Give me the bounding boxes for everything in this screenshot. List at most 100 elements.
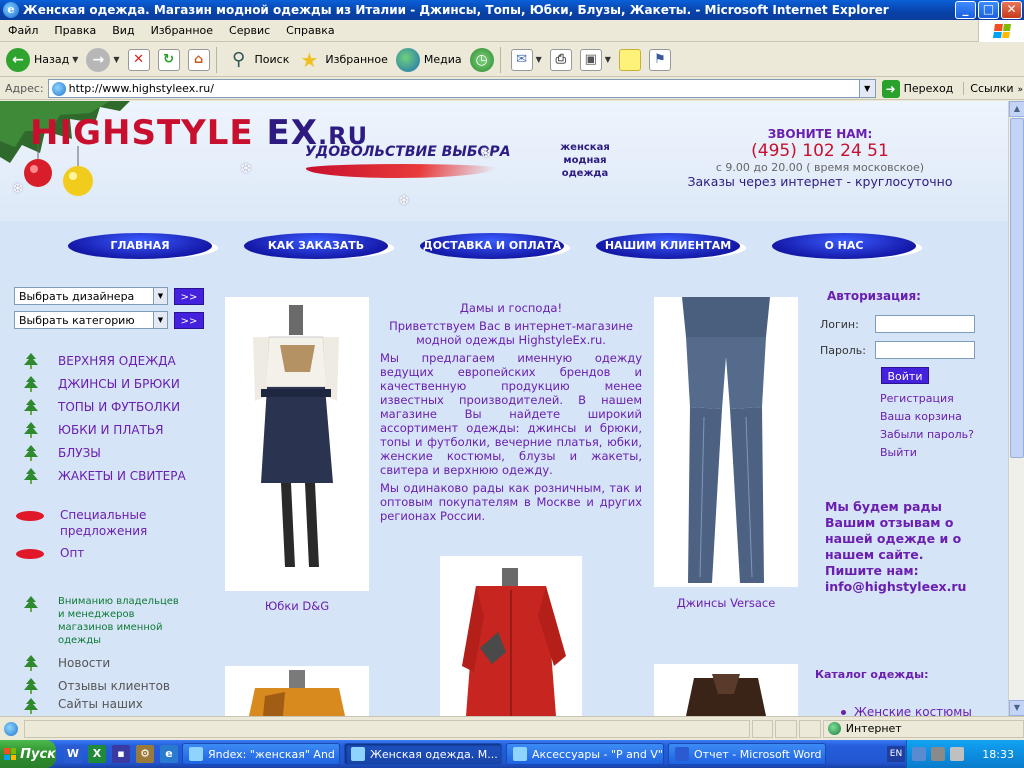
menu-edit[interactable]: Правка (46, 24, 104, 37)
designer-select[interactable]: Выбрать дизайнера ▼ (14, 287, 168, 305)
category-link-tops[interactable]: ТОПЫ И ФУТБОЛКИ (14, 395, 214, 418)
notice-link[interactable]: Вниманию владельцев и менеджеров магазин… (14, 595, 214, 647)
home-icon: ⌂ (187, 48, 210, 71)
left-sidebar: Выбрать дизайнера ▼ >> Выбрать категорию ▼… (14, 287, 214, 716)
category-select[interactable]: Выбрать категорию ▼ (14, 311, 168, 329)
windows-logo-icon (978, 20, 1024, 42)
start-button[interactable]: Пуск (0, 740, 56, 768)
welcome-text: Приветствуем Вас в интернет-магазине мод… (389, 319, 633, 347)
notice-label: Вниманию владельцев и менеджеров магазин… (58, 596, 179, 646)
nav-clients[interactable]: НАШИМ КЛИЕНТАМ (596, 233, 740, 259)
jeans-product-image[interactable] (654, 297, 798, 587)
task-label: Женская одежда. М... (370, 747, 498, 761)
research-button[interactable]: ⚑ (647, 45, 673, 75)
dropdown-icon: ▼ (72, 55, 79, 64)
category-link-outerwear[interactable]: ВЕРХНЯЯ ОДЕЖДА (14, 349, 214, 372)
menu-file[interactable]: Файл (0, 24, 46, 37)
scroll-down-icon[interactable]: ▼ (1009, 700, 1024, 716)
orders-note: Заказы через интернет - круглосуточно (687, 174, 953, 189)
brown-jacket-product-image[interactable] (654, 664, 798, 716)
forgot-password-link[interactable]: Забыли пароль? (880, 428, 995, 441)
login-input[interactable] (875, 315, 975, 333)
category-go-button[interactable]: >> (174, 311, 204, 329)
menu-tools[interactable]: Сервис (221, 24, 278, 37)
toolbar-separator (499, 46, 501, 73)
password-input[interactable] (875, 341, 975, 359)
category-link-jeans[interactable]: ДЖИНСЫ И БРЮКИ (14, 372, 214, 395)
tray-app-icon[interactable] (931, 747, 945, 761)
task-word-report[interactable]: Отчет - Microsoft Word (668, 743, 826, 765)
close-button[interactable]: ✕ (1001, 1, 1022, 19)
auth-panel: Авторизация: Логин: Пароль: Войти Регист… (815, 289, 995, 459)
discuss-button[interactable] (617, 45, 643, 75)
save-quicklaunch-icon[interactable]: ▪ (112, 745, 130, 763)
category-link-skirts[interactable]: ЮБКИ И ПЛАТЬЯ (14, 418, 214, 441)
language-indicator[interactable]: EN (887, 746, 905, 762)
excel-quicklaunch-icon[interactable]: X (88, 745, 106, 763)
tool-quicklaunch-icon[interactable]: ⚙ (136, 745, 154, 763)
home-button[interactable]: ⌂ (186, 45, 212, 75)
go-button[interactable]: ➜ Переход (881, 79, 953, 98)
vertical-scrollbar[interactable]: ▲ ▼ (1008, 101, 1024, 716)
register-link[interactable]: Регистрация (880, 392, 995, 405)
print-button[interactable]: ⎙ (548, 45, 574, 75)
cart-link[interactable]: Ваша корзина (880, 410, 995, 423)
nav-home[interactable]: ГЛАВНАЯ (68, 233, 212, 259)
nav-delivery[interactable]: ДОСТАВКА И ОПЛАТА (420, 233, 564, 259)
category-link-jackets[interactable]: ЖАКЕТЫ И СВИТЕРА (14, 464, 214, 487)
refresh-button[interactable]: ↻ (156, 45, 182, 75)
favorites-button[interactable]: ★ Избранное (295, 45, 389, 75)
system-tray: EN 18:33 (887, 740, 1024, 768)
ie-icon: e (3, 2, 19, 18)
address-url[interactable]: http://www.highstyleex.ru/ (69, 82, 859, 95)
refresh-icon: ↻ (157, 48, 180, 71)
media-button[interactable]: Медиа (394, 45, 464, 75)
menu-favorites[interactable]: Избранное (143, 24, 221, 37)
orange-top-product-image[interactable] (225, 666, 369, 716)
history-button[interactable]: ◷ (468, 45, 496, 75)
reviews-link[interactable]: Отзывы клиентов (14, 674, 214, 697)
auth-title: Авторизация: (827, 289, 921, 303)
edit-button[interactable]: ▣ ▼ (578, 45, 613, 75)
logout-link[interactable]: Выйти (880, 446, 995, 459)
wholesale-link[interactable]: Опт (14, 545, 214, 561)
login-button[interactable]: Войти (881, 367, 929, 384)
ie-quicklaunch-icon[interactable]: e (160, 745, 178, 763)
red-jacket-product-image[interactable] (440, 556, 582, 716)
scroll-up-icon[interactable]: ▲ (1009, 101, 1024, 117)
skirt-product-image[interactable] (225, 297, 369, 591)
menu-view[interactable]: Вид (104, 24, 142, 37)
address-input[interactable]: http://www.highstyleex.ru/ ▼ (47, 79, 876, 98)
stop-button[interactable]: ✕ (126, 45, 152, 75)
snowflake-icon: ❄ (398, 193, 410, 209)
task-current-page[interactable]: Женская одежда. М... (344, 743, 502, 765)
scrollbar-thumb[interactable] (1010, 118, 1024, 458)
nav-about[interactable]: О НАС (772, 233, 916, 259)
search-button[interactable]: ⚲ Поиск (225, 45, 292, 75)
news-link[interactable]: Новости (14, 651, 214, 674)
partners-link[interactable]: Сайты наших партнеров (14, 697, 214, 716)
maximize-button[interactable]: □ (978, 1, 999, 19)
jeans-caption[interactable]: Джинсы Versace (654, 596, 798, 610)
back-button[interactable]: ← Назад ▼ (4, 45, 80, 75)
minimize-button[interactable]: _ (955, 1, 976, 19)
media-globe-icon (395, 47, 420, 72)
designer-go-button[interactable]: >> (174, 287, 204, 305)
special-offers-link[interactable]: Специальные предложения (14, 507, 214, 539)
links-button[interactable]: Ссылки» (963, 82, 1023, 95)
address-dropdown-icon[interactable]: ▼ (858, 80, 875, 97)
volume-icon[interactable] (950, 747, 964, 761)
word-quicklaunch-icon[interactable]: W (64, 745, 82, 763)
task-yandex[interactable]: Яndex: "женская" And "... (182, 743, 340, 765)
menu-help[interactable]: Справка (278, 24, 342, 37)
network-icon[interactable] (912, 747, 926, 761)
task-accessories[interactable]: Аксессуары - "P and V" ... (506, 743, 664, 765)
category-link-blouses[interactable]: БЛУЗЫ (14, 441, 214, 464)
nav-how-to-order[interactable]: КАК ЗАКАЗАТЬ (244, 233, 388, 259)
ie-window-icon (513, 747, 527, 761)
forward-button[interactable]: → ▼ (84, 45, 121, 75)
email-link[interactable]: info@highstyleex.ru (825, 579, 990, 595)
mail-button[interactable]: ✉ ▼ (509, 45, 544, 75)
skirt-caption[interactable]: Юбки D&G (225, 599, 369, 613)
catalog-item[interactable]: Женские костюмы (841, 705, 995, 716)
